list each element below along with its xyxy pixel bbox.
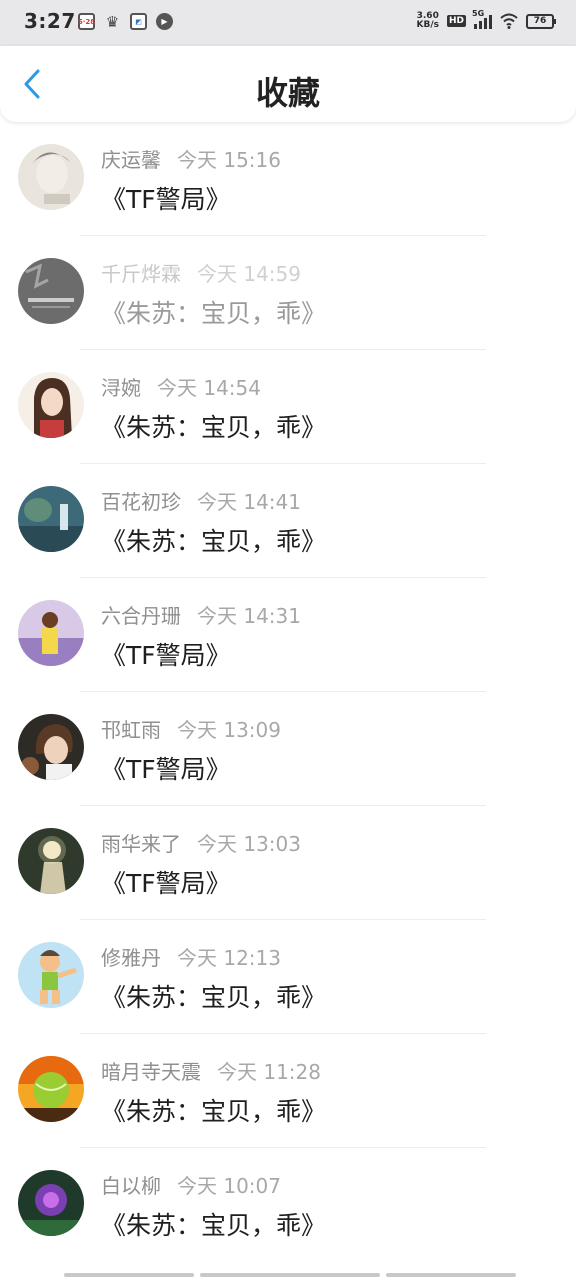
collected-title: 《TF警局》	[101, 755, 231, 784]
play-icon: ▶	[156, 13, 173, 30]
timestamp: 今天 12:13	[177, 946, 281, 970]
collected-title: 《朱苏：宝贝，乖》	[101, 413, 327, 442]
username: 六合丹珊	[101, 604, 181, 628]
scroll-indicator	[64, 1273, 516, 1277]
list-item[interactable]: 邗虹雨 今天 13:09 《TF警局》	[0, 692, 576, 806]
page-title: 收藏	[255, 74, 320, 112]
timestamp: 今天 11:28	[217, 1060, 321, 1084]
collected-title: 《TF警局》	[101, 185, 231, 214]
list-item[interactable]: 百花初珍 今天 14:41 《朱苏：宝贝，乖》	[0, 464, 576, 578]
wifi-icon	[500, 13, 518, 29]
collected-title: 《朱苏：宝贝，乖》	[101, 1097, 327, 1126]
timestamp: 今天 14:59	[197, 262, 301, 286]
list-item[interactable]: 六合丹珊 今天 14:31 《TF警局》	[0, 578, 576, 692]
collected-title: 《朱苏：宝贝，乖》	[101, 299, 327, 328]
username: 暗月寺天震	[101, 1060, 201, 1084]
timestamp: 今天 13:03	[197, 832, 301, 856]
status-time: 3:27	[24, 9, 76, 33]
list-item[interactable]: 千斤烨霖 今天 14:59 《朱苏：宝贝，乖》	[0, 236, 576, 350]
username: 庆运馨	[101, 148, 161, 172]
username: 修雅丹	[101, 946, 161, 970]
list-item[interactable]: 白以柳 今天 10:07 《朱苏：宝贝，乖》	[0, 1148, 576, 1262]
timestamp: 今天 14:31	[197, 604, 301, 628]
avatar	[18, 486, 84, 552]
username: 白以柳	[101, 1174, 161, 1198]
username: 雨华来了	[101, 832, 181, 856]
timestamp: 今天 15:16	[177, 148, 281, 172]
avatar	[18, 942, 84, 1008]
list-item[interactable]: 雨华来了 今天 13:03 《TF警局》	[0, 806, 576, 920]
avatar	[18, 1056, 84, 1122]
collected-title: 《朱苏：宝贝，乖》	[101, 527, 327, 556]
timestamp: 今天 14:54	[157, 376, 261, 400]
avatar	[18, 144, 84, 210]
avatar	[18, 372, 84, 438]
list-item[interactable]: 暗月寺天震 今天 11:28 《朱苏：宝贝，乖》	[0, 1034, 576, 1148]
username: 浔婉	[101, 376, 141, 400]
avatar	[18, 258, 84, 324]
username: 千斤烨霖	[101, 262, 181, 286]
timestamp: 今天 10:07	[177, 1174, 281, 1198]
list-item[interactable]: 修雅丹 今天 12:13 《朱苏：宝贝，乖》	[0, 920, 576, 1034]
avatar	[18, 714, 84, 780]
calendar-icon: 5·28	[78, 13, 95, 30]
username: 邗虹雨	[101, 718, 161, 742]
list-item[interactable]: 庆运馨 今天 15:16 《TF警局》	[0, 122, 576, 236]
timestamp: 今天 14:41	[197, 490, 301, 514]
favorites-list: 庆运馨 今天 15:16 《TF警局》 千斤烨霖 今天 14:59 《朱苏：宝贝，乖…	[0, 122, 576, 1262]
username: 百花初珍	[101, 490, 181, 514]
crown-icon: ♛	[105, 12, 120, 31]
system-status: 3.60 KB/s HD 5G 76	[416, 9, 556, 30]
header: 收藏	[0, 46, 576, 122]
collected-title: 《TF警局》	[101, 641, 231, 670]
collected-title: 《朱苏：宝贝，乖》	[101, 1211, 327, 1240]
battery-icon: 76	[526, 13, 556, 29]
avatar	[18, 1170, 84, 1236]
avatar	[18, 828, 84, 894]
app-icon: ◩	[130, 13, 147, 30]
collected-title: 《TF警局》	[101, 869, 231, 898]
network-speed: 3.60 KB/s	[416, 11, 439, 30]
collected-title: 《朱苏：宝贝，乖》	[101, 983, 327, 1012]
hd-badge: HD	[446, 15, 466, 27]
notification-icons: 5·28 ♛ ◩ ▶	[78, 12, 173, 31]
timestamp: 今天 13:09	[177, 718, 281, 742]
signal-icon: 5G	[472, 9, 492, 29]
list-item[interactable]: 浔婉 今天 14:54 《朱苏：宝贝，乖》	[0, 350, 576, 464]
status-bar: 3:27 5·28 ♛ ◩ ▶ 3.60 KB/s HD 5G 76	[0, 0, 576, 46]
avatar	[18, 600, 84, 666]
